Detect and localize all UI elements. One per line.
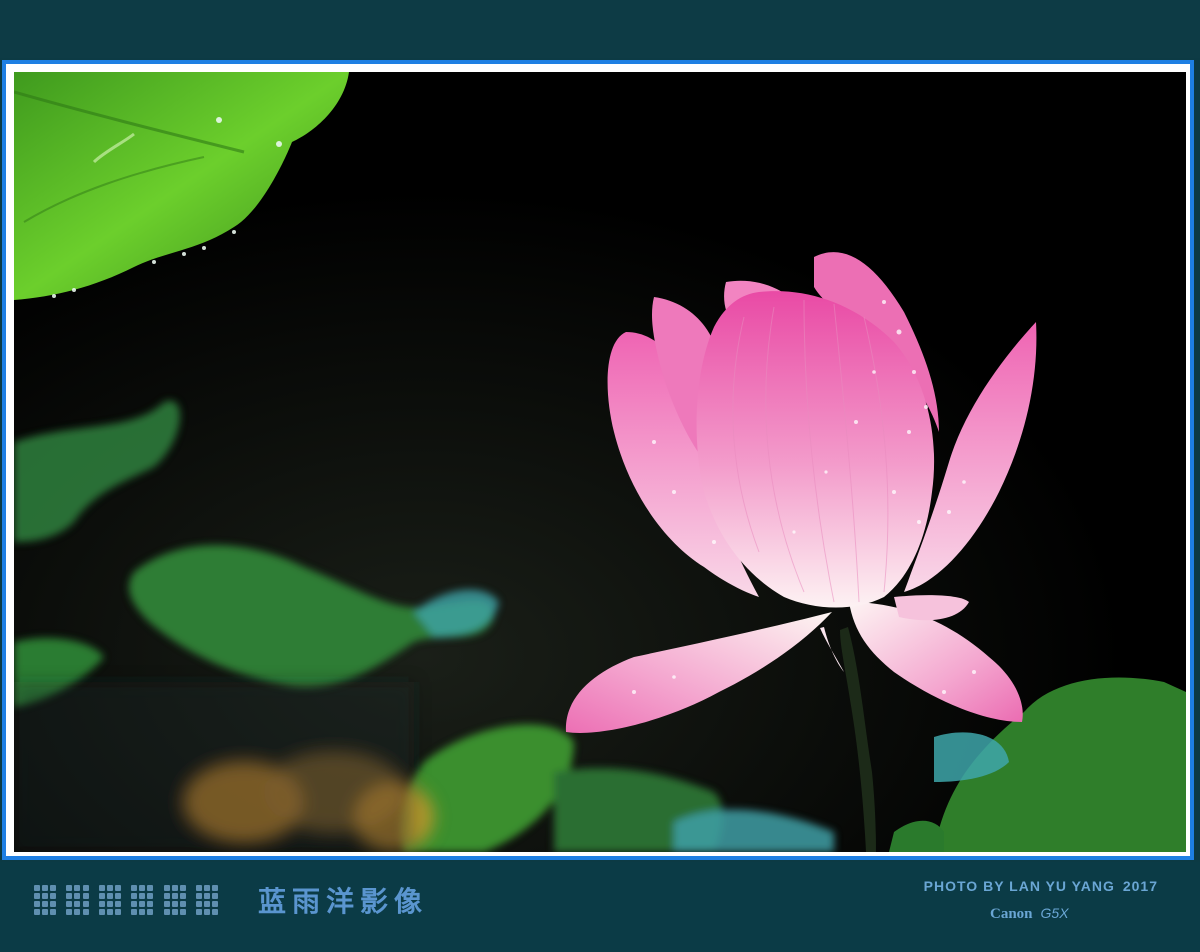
camera-brand: Canon [990, 906, 1033, 922]
camera-model: G5X [1040, 905, 1069, 921]
dot [50, 901, 57, 907]
dot [34, 885, 40, 891]
decorative-dot-grid [34, 885, 226, 915]
dot [195, 909, 202, 915]
dot [171, 885, 178, 891]
dot [203, 885, 210, 891]
dot [74, 893, 81, 899]
dot [179, 893, 186, 899]
dot [42, 909, 49, 915]
dot [163, 909, 170, 915]
dot [163, 893, 170, 899]
dot [171, 901, 178, 907]
dot [131, 885, 138, 891]
dot [212, 909, 219, 915]
dot [171, 893, 178, 899]
dot [195, 893, 202, 899]
photo-area [14, 72, 1186, 852]
dot [147, 885, 154, 891]
dot [74, 901, 81, 907]
dot [82, 901, 89, 907]
dot [50, 885, 57, 891]
dot [42, 885, 49, 891]
dot [50, 909, 57, 915]
dot [82, 885, 89, 891]
dot [212, 893, 219, 899]
dot [50, 893, 57, 899]
photographer-credit: PHOTO BY LAN YU YANG [923, 878, 1115, 894]
dot [139, 893, 146, 899]
dot [66, 893, 73, 899]
dot [195, 885, 202, 891]
dot [42, 893, 49, 899]
dot [106, 893, 113, 899]
dot [114, 893, 121, 899]
dot [34, 893, 40, 899]
lotus-photo [14, 72, 1186, 852]
dot [139, 885, 146, 891]
dot [139, 909, 146, 915]
dot [203, 901, 210, 907]
dot [114, 909, 121, 915]
dot [66, 901, 73, 907]
dot [98, 909, 105, 915]
dot [195, 901, 202, 907]
dot [147, 901, 154, 907]
dot [74, 885, 81, 891]
dot [98, 901, 105, 907]
dot [106, 901, 113, 907]
dot [114, 885, 121, 891]
dot [147, 893, 154, 899]
camera-info: Canon G5X [990, 905, 1069, 923]
photo-credit: PHOTO BY LAN YU YANG 2017 [924, 878, 1158, 894]
dot [131, 901, 138, 907]
dot [66, 909, 73, 915]
dot [139, 901, 146, 907]
dot [212, 885, 219, 891]
dot [131, 909, 138, 915]
dot [147, 909, 154, 915]
dot [203, 893, 210, 899]
dot [171, 909, 178, 915]
dot [163, 901, 170, 907]
dot [34, 901, 40, 907]
dot [82, 909, 89, 915]
dot [131, 893, 138, 899]
dot [106, 909, 113, 915]
dot [66, 885, 73, 891]
studio-name: 蓝雨洋影像 [258, 885, 429, 918]
dot [34, 909, 40, 915]
dot [114, 901, 121, 907]
dot [106, 885, 113, 891]
dot [179, 885, 186, 891]
dot [179, 909, 186, 915]
dot [212, 901, 219, 907]
dot [74, 909, 81, 915]
dot [163, 885, 170, 891]
dot [98, 885, 105, 891]
photo-year: 2017 [1122, 878, 1158, 894]
top-band [0, 0, 1200, 58]
dot [179, 901, 186, 907]
dot [42, 901, 49, 907]
dot [82, 893, 89, 899]
dot [203, 909, 210, 915]
dot [98, 893, 105, 899]
